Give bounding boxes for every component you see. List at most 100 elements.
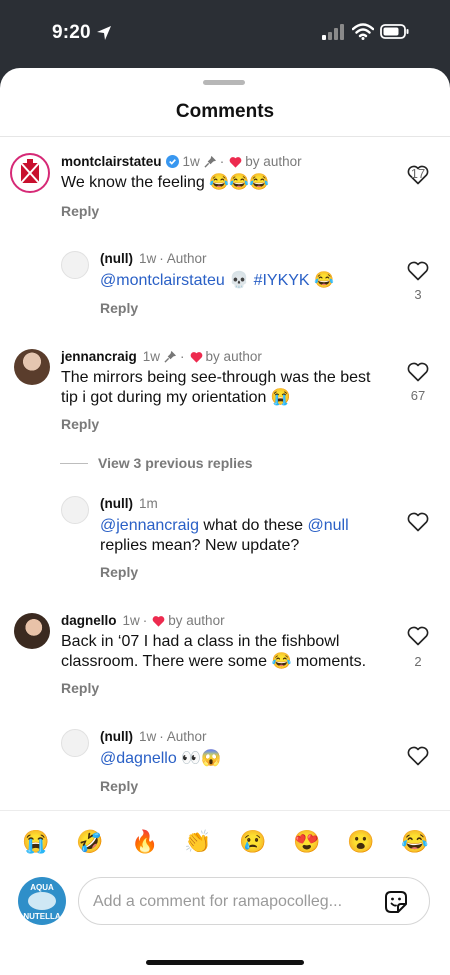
mention-link[interactable]: @null (307, 517, 348, 534)
heart-icon[interactable] (407, 512, 429, 532)
emoji-crying-button[interactable]: 😢 (239, 829, 266, 855)
sheet-grabber[interactable] (203, 80, 245, 85)
emoji-loudly-crying-button[interactable]: 😭 (22, 829, 49, 855)
emoji: 😂 (271, 653, 292, 670)
username[interactable]: dagnello (61, 613, 117, 628)
username[interactable]: montclairstateu (61, 154, 162, 169)
comment-time: 1w (142, 349, 161, 364)
separator: · (180, 349, 185, 364)
comment-text-body: Back in ‘07 I had a class in the fishbow… (61, 633, 340, 650)
comment-time: 1w (182, 154, 200, 169)
heart-icon[interactable] (407, 626, 429, 646)
university-shield-icon (20, 159, 40, 184)
emoji-quick-bar: 😭 🤣 🔥 👏 😢 😍 😮 😂 (0, 810, 450, 881)
comment-time: 1w (122, 613, 140, 628)
comment-meta: (null) 1w · Author (100, 251, 207, 266)
comment-text: @montclairstateu 💀 #IYKYK 😂 (100, 271, 334, 291)
home-indicator[interactable] (146, 960, 304, 965)
username[interactable]: (null) (100, 251, 133, 266)
username[interactable]: jennancraig (61, 349, 137, 364)
cellular-signal-icon (322, 24, 344, 40)
comment-text: We know the feeling 😂😂😂 (61, 173, 269, 193)
battery-icon (380, 24, 409, 39)
emoji: 😂 (249, 174, 269, 191)
username[interactable]: (null) (100, 496, 133, 511)
reply-button[interactable]: Reply (61, 203, 99, 219)
reply-button[interactable]: Reply (100, 564, 138, 580)
avatar-text-top: AQUA (30, 883, 54, 892)
emoji: 👀 (181, 750, 202, 767)
emoji-fire-button[interactable]: 🔥 (131, 829, 158, 855)
comment-text: Back in ‘07 I had a class in the fishbow… (61, 632, 401, 672)
like-count: 2 (414, 654, 422, 669)
avatar[interactable] (61, 496, 89, 524)
avatar-text-bottom: NUTELLA (23, 912, 61, 921)
view-previous-replies-button[interactable]: View 3 previous replies (60, 453, 253, 473)
reply-button[interactable]: Reply (100, 300, 138, 316)
comment-input-placeholder: Add a comment for ramapocolleg... (93, 893, 343, 910)
emoji: 😭 (270, 389, 291, 406)
emoji-surprised-button[interactable]: 😮 (347, 829, 374, 855)
emoji-rofl-button[interactable]: 🤣 (76, 829, 103, 855)
like-count: 67 (410, 388, 426, 403)
heart-icon[interactable] (407, 362, 429, 382)
hashtag-link[interactable]: #IYKYK (254, 272, 310, 289)
comment-text-body: classroom. There were some (61, 653, 272, 670)
comment-text-body: The mirrors being see-through was the be… (61, 369, 371, 406)
current-user-avatar[interactable]: AQUA NUTELLA (18, 877, 66, 925)
wifi-icon (352, 23, 374, 40)
location-arrow-icon (97, 26, 111, 40)
comment-meta: montclairstateu 1w · by author (61, 154, 302, 169)
mention-link[interactable]: @dagnello (100, 750, 177, 767)
like-count: 17 (410, 166, 426, 181)
emoji-clap-button[interactable]: 👏 (184, 829, 211, 855)
emoji: 💀 (229, 272, 250, 289)
like-count: 3 (414, 287, 422, 302)
mention-link[interactable]: @montclairstateu (100, 272, 225, 289)
comment-meta: dagnello 1w · by author (61, 613, 225, 628)
status-bar: 9:20 (0, 0, 450, 70)
comment-meta: (null) 1m (100, 496, 158, 511)
comment-composer: AQUA NUTELLA Add a comment for ramapocol… (0, 877, 450, 937)
comment-time: 1w (139, 729, 157, 744)
avatar-image (28, 892, 56, 910)
liked-by-author-heart-icon (190, 351, 202, 363)
comment-text-body: replies mean? New update? (100, 537, 300, 554)
avatar[interactable] (61, 251, 89, 279)
view-replies-label: View 3 previous replies (98, 455, 253, 471)
emoji-tears-of-joy-button[interactable]: 😂 (401, 829, 428, 855)
thread-line (60, 462, 88, 464)
comment-meta: jennancraig 1w · by author (61, 349, 262, 364)
comment-time: 1w (139, 251, 157, 266)
emoji-heart-eyes-button[interactable]: 😍 (293, 829, 320, 855)
separator: · (159, 251, 164, 266)
sticker-icon[interactable] (383, 889, 409, 915)
avatar[interactable] (14, 349, 50, 385)
comment-meta: (null) 1w · Author (100, 729, 207, 744)
reply-button[interactable]: Reply (61, 680, 99, 696)
username[interactable]: (null) (100, 729, 133, 744)
liked-by-author-heart-icon (152, 615, 165, 627)
comment-text: @dagnello 👀😱 (100, 749, 221, 769)
mention-link[interactable]: @jennancraig (100, 517, 199, 534)
comment-text-body: moments. (291, 653, 367, 670)
heart-icon[interactable] (407, 261, 429, 281)
sheet-title: Comments (175, 101, 275, 122)
verified-badge-icon (165, 155, 179, 168)
avatar[interactable] (61, 729, 89, 757)
comment-input[interactable]: Add a comment for ramapocolleg... (78, 877, 430, 925)
pin-icon (164, 350, 177, 363)
pin-icon (204, 155, 216, 168)
liked-by-label: by author (245, 154, 302, 169)
heart-icon[interactable] (407, 746, 429, 766)
avatar[interactable] (10, 153, 50, 193)
comment-text: @jennancraig what do these @null replies… (100, 516, 380, 556)
liked-by-author-heart-icon (229, 156, 242, 168)
reply-button[interactable]: Reply (61, 416, 99, 432)
emoji: 😂 (229, 174, 250, 191)
avatar[interactable] (14, 613, 50, 649)
emoji: 😂 (209, 174, 230, 191)
reply-button[interactable]: Reply (100, 778, 138, 794)
comment-text-body: We know the feeling (61, 174, 210, 191)
comment-text-body: what do these (198, 517, 308, 534)
